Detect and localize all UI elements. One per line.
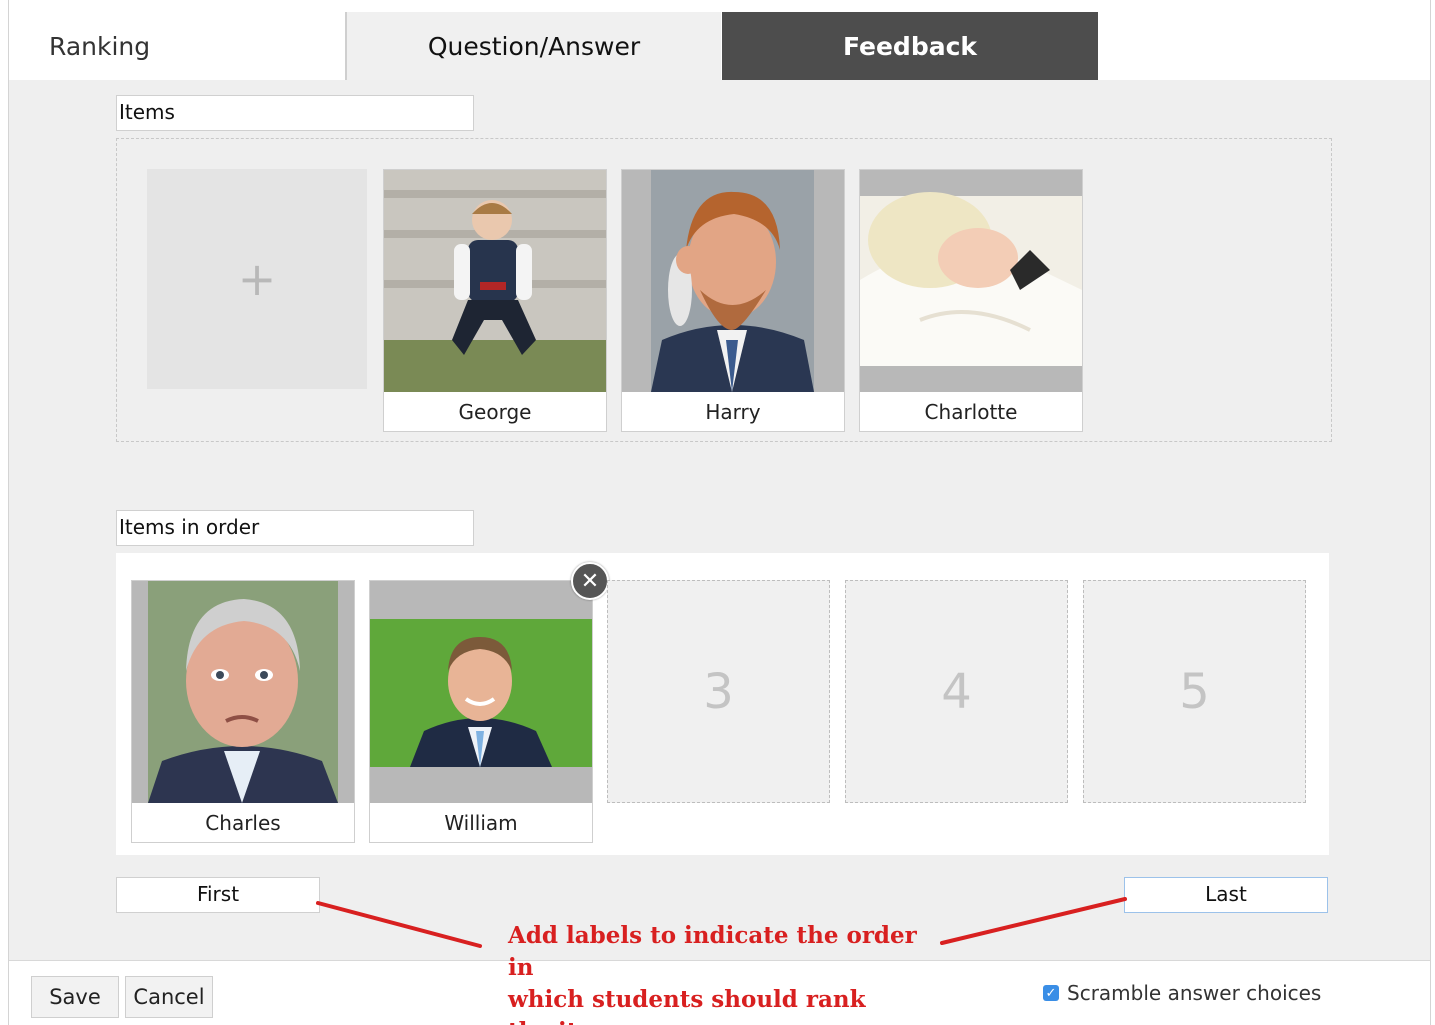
photo-george: [384, 170, 606, 392]
scramble-option[interactable]: ✓ Scramble answer choices: [1043, 981, 1321, 1005]
item-card[interactable]: George: [383, 169, 607, 432]
empty-slot[interactable]: 3: [607, 580, 830, 803]
plus-icon: +: [237, 252, 277, 306]
tab-question-answer[interactable]: Question/Answer: [345, 12, 721, 80]
app-title: Ranking: [49, 32, 151, 61]
item-caption: Charlotte: [924, 400, 1018, 424]
ordered-card[interactable]: Charles: [131, 580, 355, 843]
annotation-text: Add labels to indicate the order in whic…: [508, 920, 948, 1025]
photo-charlotte: [860, 170, 1082, 392]
empty-slot[interactable]: 4: [845, 580, 1068, 803]
slot-number: 5: [1179, 663, 1210, 720]
photo-william: [370, 581, 592, 803]
ordered-card[interactable]: William: [369, 580, 593, 843]
ordered-caption: William: [444, 811, 518, 835]
last-label-input[interactable]: Last: [1124, 877, 1328, 913]
slot-number: 4: [941, 663, 972, 720]
close-icon: ✕: [580, 568, 600, 594]
photo-charles: [132, 581, 354, 803]
tab-feedback[interactable]: Feedback: [722, 12, 1098, 80]
slot-number: 3: [703, 663, 734, 720]
first-label-input[interactable]: First: [116, 877, 320, 913]
annotation-line: the items: [508, 1016, 948, 1025]
content-panel: Items + George Harry Charlotte Items in …: [9, 80, 1430, 960]
item-card[interactable]: Charlotte: [859, 169, 1083, 432]
item-card[interactable]: Harry: [621, 169, 845, 432]
items-pool: + George Harry Charlotte: [116, 138, 1332, 442]
order-area: Charles William ✕ 3 4 5: [116, 553, 1329, 855]
save-button[interactable]: Save: [31, 976, 119, 1018]
photo-harry: [622, 170, 844, 392]
empty-slot[interactable]: 5: [1083, 580, 1306, 803]
annotation-line: Add labels to indicate the order in: [508, 922, 917, 981]
items-label-input[interactable]: Items: [116, 95, 474, 131]
add-item-button[interactable]: +: [147, 169, 367, 389]
scramble-checkbox[interactable]: ✓: [1043, 985, 1059, 1001]
cancel-button[interactable]: Cancel: [125, 976, 213, 1018]
item-caption: George: [458, 400, 532, 424]
item-caption: Harry: [705, 400, 761, 424]
annotation-line: which students should rank: [508, 986, 866, 1013]
scramble-label: Scramble answer choices: [1067, 981, 1322, 1005]
editor-frame: Ranking Question/Answer Feedback Items +: [8, 0, 1431, 1025]
ordered-caption: Charles: [205, 811, 281, 835]
order-label-input[interactable]: Items in order: [116, 510, 474, 546]
header: Ranking Question/Answer Feedback: [9, 12, 1430, 80]
remove-item-button[interactable]: ✕: [571, 562, 609, 600]
